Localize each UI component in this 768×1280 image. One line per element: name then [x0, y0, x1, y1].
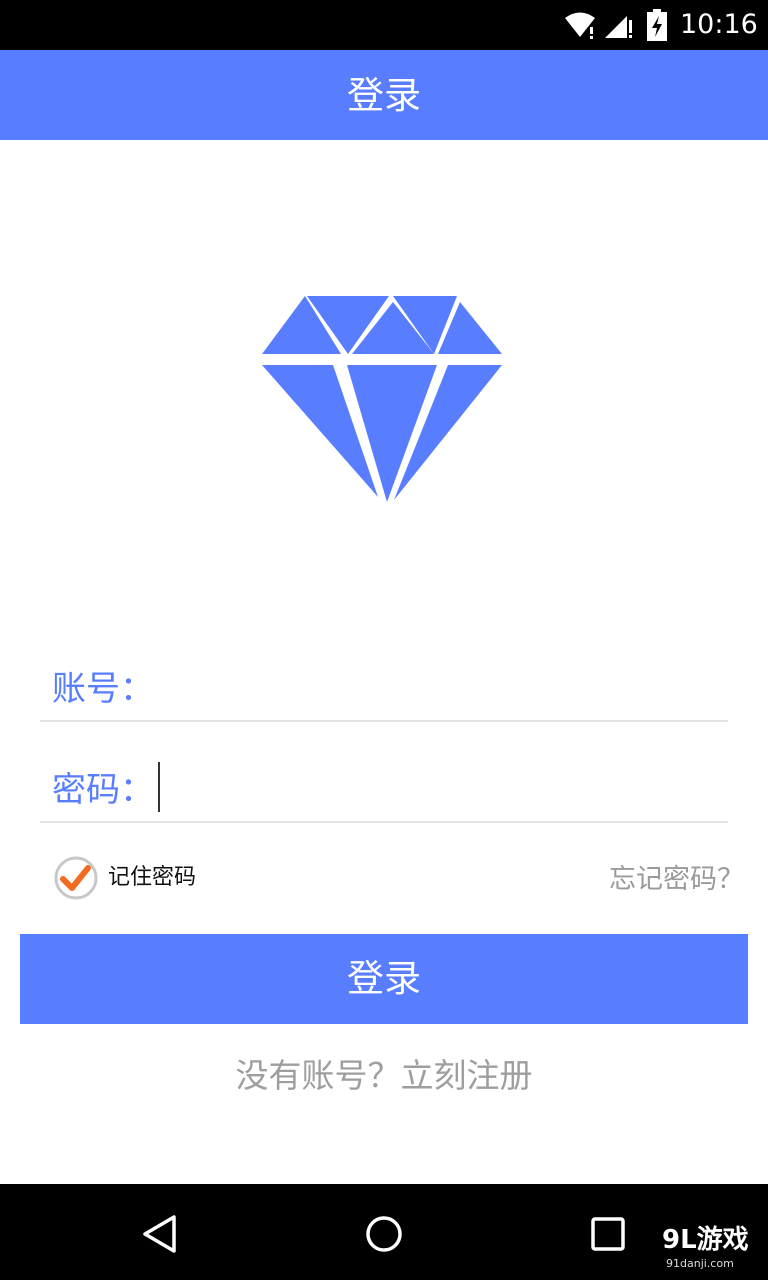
account-label: 账号： [52, 669, 154, 709]
wifi-icon [565, 12, 595, 39]
status-time: 10:16 [680, 9, 758, 40]
recent-apps-icon[interactable] [588, 1214, 628, 1254]
checkmark-icon [54, 856, 98, 900]
forgot-password-link[interactable]: 忘记密码？ [609, 860, 744, 900]
remember-password-checkbox[interactable]: 记住密码 [53, 855, 213, 901]
register-link[interactable]: 没有账号？立刻注册 [0, 1053, 768, 1099]
watermark-url: 91danji.com [666, 1257, 734, 1270]
navigation-bar: 9L游戏 91danji.com [0, 1184, 768, 1280]
login-button[interactable]: 登录 [20, 934, 748, 1024]
watermark-logo-text: 9L游戏 [662, 1225, 749, 1255]
diamond-icon [262, 296, 502, 502]
status-bar: 10:16 [0, 0, 768, 50]
page-title: 登录 [347, 74, 421, 117]
text-cursor [158, 762, 160, 812]
battery-charging-icon [647, 9, 667, 41]
remember-password-label: 记住密码 [108, 865, 197, 890]
app-bar: 登录 [0, 50, 768, 140]
account-underline [40, 720, 728, 722]
password-underline [40, 821, 728, 823]
account-input[interactable] [160, 664, 720, 714]
back-icon[interactable] [138, 1212, 182, 1256]
watermark: 9L游戏 91danji.com [662, 1224, 762, 1276]
password-input[interactable] [160, 765, 720, 815]
password-label: 密码： [52, 770, 154, 810]
signal-icon [605, 16, 632, 38]
home-icon[interactable] [362, 1212, 406, 1256]
